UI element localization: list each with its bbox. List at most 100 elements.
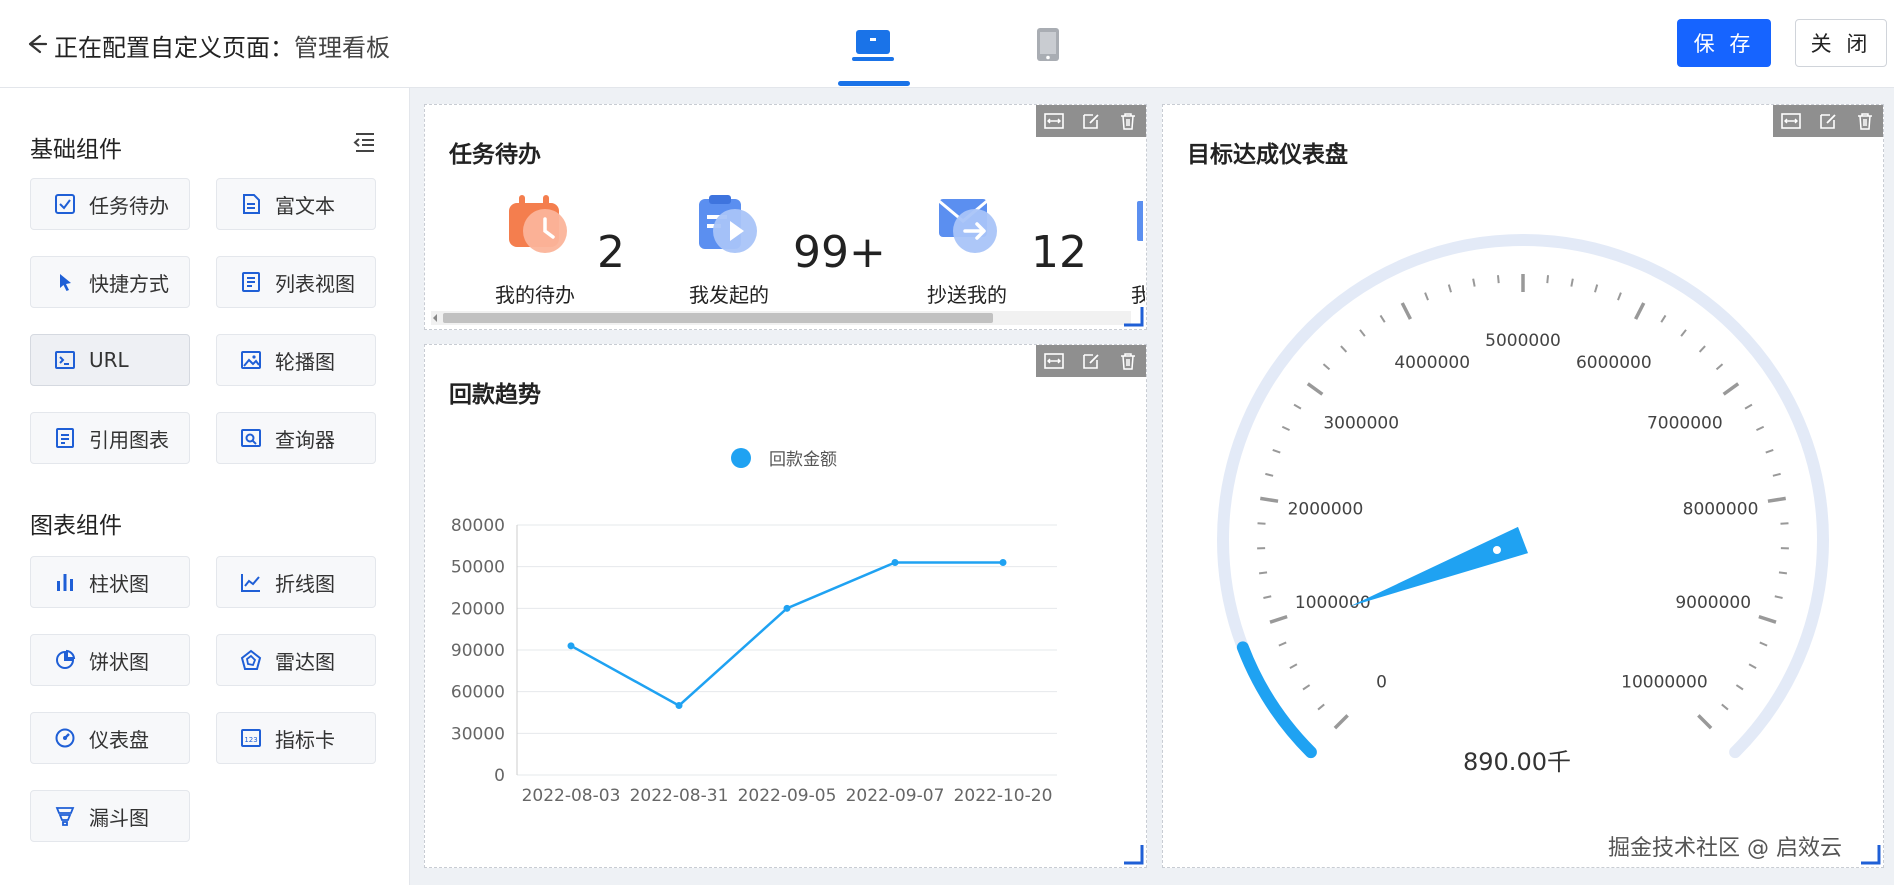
resize-width-icon[interactable] (1044, 352, 1065, 370)
component-label: 雷达图 (275, 649, 335, 674)
card-toolbar (1036, 345, 1146, 377)
component-label: 仪表盘 (89, 727, 149, 752)
delete-icon[interactable] (1118, 352, 1138, 370)
gauge-minor-tick (1379, 314, 1386, 323)
component-carousel[interactable]: 轮播图 (216, 334, 376, 386)
component-query[interactable]: 查询器 (216, 412, 376, 464)
gauge-minor-tick (1759, 641, 1768, 647)
x-tick-label: 2022-09-07 (846, 786, 945, 806)
gauge-major-tick (1697, 714, 1713, 730)
y-tick-label: 50000 (451, 558, 505, 578)
x-tick-label: 2022-08-31 (630, 786, 729, 806)
gauge-minor-tick (1778, 571, 1788, 575)
gauge-tick-label: 6000000 (1576, 353, 1652, 373)
legend-label: 回款金额 (769, 450, 837, 470)
y-tick-label: 80000 (451, 516, 505, 536)
component-label: 查询器 (275, 427, 335, 452)
gauge-minor-tick (1424, 292, 1429, 301)
gauge-track (1217, 234, 1829, 759)
gauge-tick-label: 8000000 (1683, 500, 1759, 520)
gauge-tick-label: 0 (1376, 672, 1387, 692)
y-tick-label: 90000 (451, 641, 505, 661)
x-tick-label: 2022-08-03 (522, 786, 621, 806)
component-gauge[interactable]: 仪表盘 (30, 712, 190, 764)
resize-corner-icon[interactable] (1122, 843, 1144, 865)
edit-icon[interactable] (1081, 352, 1101, 370)
component-label: 任务待办 (89, 193, 169, 218)
gauge-minor-tick (1660, 314, 1667, 323)
collapse-menu-icon[interactable] (352, 130, 378, 154)
gauge-minor-tick (1302, 684, 1311, 691)
resize-corner-icon[interactable] (1859, 843, 1881, 865)
component-radar-chart[interactable]: 雷达图 (216, 634, 376, 686)
todo-label: 我发起的 (689, 283, 769, 307)
component-pie-chart[interactable]: 饼状图 (30, 634, 190, 686)
y-tick-label: 20000 (451, 599, 505, 619)
edit-icon[interactable] (1081, 112, 1101, 130)
data-point (783, 604, 791, 612)
component-label: 引用图表 (89, 427, 169, 452)
goal-gauge-card[interactable]: 目标达成仪表盘 0 1000000 2000000 3000000 4000000 500… (1162, 104, 1884, 868)
page-name: 管理看板 (294, 34, 390, 62)
radar-chart-icon (239, 648, 263, 672)
resize-width-icon[interactable] (1044, 112, 1065, 130)
component-shortcut[interactable]: 快捷方式 (30, 256, 190, 308)
gauge-major-tick (1333, 714, 1349, 730)
tab-mobile[interactable] (1013, 22, 1083, 86)
gauge-minor-tick (1735, 684, 1744, 691)
document-icon (239, 192, 263, 216)
gauge-icon (53, 726, 77, 750)
component-metric-card[interactable]: 123 指标卡 (216, 712, 376, 764)
gauge-tick-label: 7000000 (1647, 413, 1723, 433)
gauge-minor-tick (1617, 292, 1622, 301)
chart-components-title: 图表组件 (30, 513, 122, 539)
x-tick-label: 2022-09-05 (738, 786, 837, 806)
series-line (570, 561, 1003, 708)
component-task-todo[interactable]: 任务待办 (30, 178, 190, 230)
clipboard-play-icon (699, 195, 757, 253)
scroll-left-icon[interactable] (431, 313, 439, 323)
gauge-minor-tick (1447, 284, 1452, 293)
horizontal-scrollbar[interactable] (431, 311, 1131, 325)
site-credit-watermark: 掘金技术社区 @ 启效云 (1608, 836, 1842, 861)
close-button[interactable]: 关 闭 (1795, 19, 1887, 67)
gauge-tick-label: 9000000 (1675, 593, 1751, 613)
card-title: 任务待办 (449, 142, 541, 168)
gauge-pointer-anchor (1490, 543, 1503, 556)
component-line-chart[interactable]: 折线图 (216, 556, 376, 608)
component-chart-ref[interactable]: 引用图表 (30, 412, 190, 464)
payment-trend-card[interactable]: 回款趋势 回款金额 0 30000 60000 90000 20000 50000 8000… (424, 344, 1147, 868)
component-label: 漏斗图 (89, 805, 149, 830)
component-funnel[interactable]: 漏斗图 (30, 790, 190, 842)
gauge-minor-tick (1594, 284, 1599, 293)
back-arrow-icon[interactable] (22, 30, 50, 58)
gauge-minor-tick (1257, 522, 1266, 525)
x-tick-label: 2022-10-20 (954, 786, 1053, 806)
todo-card[interactable]: 任务待办 2 我的待办 99+ 我发起的 12 抄送我的 我 (424, 104, 1147, 330)
save-button[interactable]: 保 存 (1677, 19, 1771, 67)
metric-card-icon: 123 (239, 726, 263, 750)
gauge-minor-tick (1698, 345, 1706, 353)
component-rich-text[interactable]: 富文本 (216, 178, 376, 230)
gauge-minor-tick (1546, 275, 1550, 284)
resize-corner-icon[interactable] (1122, 305, 1144, 327)
gauge-minor-tick (1756, 425, 1765, 432)
desktop-icon (852, 30, 894, 61)
chart-legend[interactable]: 回款金额 (731, 445, 837, 470)
gauge-minor-tick (1317, 703, 1325, 711)
tab-desktop[interactable] (838, 22, 910, 86)
gauge-minor-tick (1772, 472, 1781, 477)
gauge-minor-tick (1289, 663, 1298, 670)
active-tab-indicator (838, 81, 910, 86)
gauge-minor-tick (1780, 522, 1789, 525)
scrollbar-thumb[interactable] (443, 313, 993, 323)
delete-icon[interactable] (1118, 112, 1138, 130)
gauge-major-tick (1758, 614, 1777, 624)
gauge-minor-tick (1258, 571, 1268, 575)
component-bar-chart[interactable]: 柱状图 (30, 556, 190, 608)
bar-chart-icon (53, 570, 77, 594)
component-url[interactable]: URL (30, 334, 190, 386)
image-icon (239, 348, 263, 372)
y-tick-label: 0 (494, 766, 505, 786)
component-list-view[interactable]: 列表视图 (216, 256, 376, 308)
